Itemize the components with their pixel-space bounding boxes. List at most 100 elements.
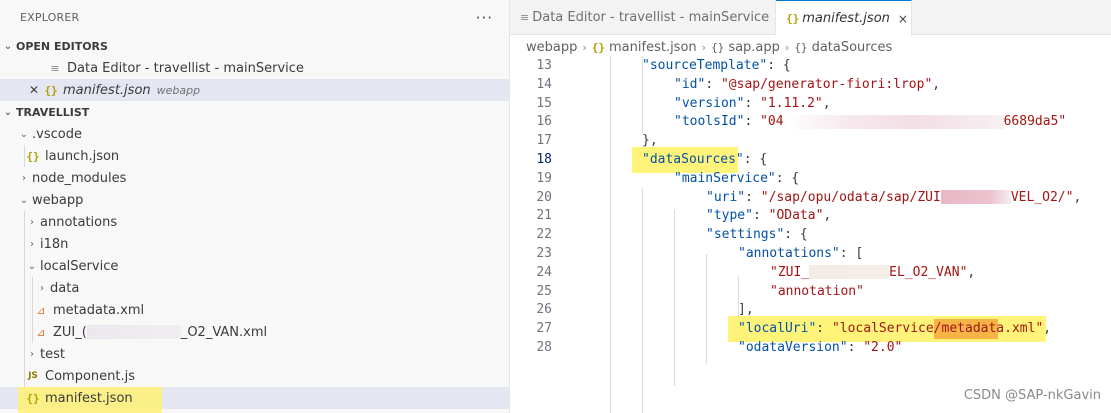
json-key: "uri" <box>706 189 746 205</box>
code-line: 28 "odataVersion": "2.0" <box>510 338 1111 357</box>
json-value: "2.0" <box>863 340 903 355</box>
line-number: 21 <box>536 208 552 224</box>
chevron-down-icon: ⌄ <box>19 128 29 140</box>
tree-folder-webapp[interactable]: ⌄ webapp <box>0 189 509 211</box>
tree-item-label: ZUI_( <box>53 324 87 340</box>
json-value: "@sap/generator-fiori:lrop" <box>720 76 933 92</box>
chevron-down-icon: ⌄ <box>3 106 13 118</box>
code-line: 15 "version": "1.11.2", <box>510 94 1111 113</box>
tree-file-metadata-xml[interactable]: ⊿ metadata.xml <box>0 299 509 321</box>
tree-folder-localservice[interactable]: ⌄ localService <box>0 255 509 277</box>
close-icon[interactable]: × <box>898 12 908 26</box>
code-line: 19 "mainService": { <box>510 169 1111 188</box>
js-icon: JS <box>28 371 38 381</box>
tab-label: manifest.json <box>802 11 890 26</box>
line-number: 13 <box>536 58 552 73</box>
redacted-blur <box>809 265 890 280</box>
breadcrumb-item[interactable]: dataSources <box>812 40 893 55</box>
tree-folder-annotations[interactable]: › annotations <box>0 211 509 233</box>
json-key: "settings" <box>706 227 785 243</box>
breadcrumb: webapp › {} manifest.json › {} sap.app ›… <box>510 36 1111 58</box>
line-number: 18 <box>536 152 552 167</box>
tree-folder-vscode[interactable]: ⌄ .vscode <box>0 123 509 145</box>
code-line: 13 "sourceTemplate": { <box>510 56 1111 75</box>
json-punct: : { <box>743 152 768 167</box>
open-editor-data-editor[interactable]: ≡ Data Editor - travellist - mainService <box>0 57 509 79</box>
tree-file-component-js[interactable]: JS Component.js <box>0 365 509 387</box>
open-editor-manifest[interactable]: ✕ {} manifest.json webapp <box>0 79 509 101</box>
json-key: "id" <box>674 76 706 92</box>
breadcrumb-item[interactable]: sap.app <box>728 40 780 55</box>
tree-folder-data[interactable]: › data <box>0 277 509 299</box>
json-key: "dataSources" <box>642 152 744 167</box>
line-number: 15 <box>536 95 552 111</box>
line-number: 19 <box>536 170 552 186</box>
line-number: 17 <box>536 133 552 149</box>
json-punct: : { <box>784 227 808 243</box>
chevron-right-icon: › <box>30 216 34 228</box>
code-line: 26], <box>510 300 1111 319</box>
breadcrumb-item[interactable]: manifest.json <box>609 40 697 55</box>
line-number: 28 <box>536 340 552 355</box>
json-punct: ], <box>738 302 754 318</box>
tree-item-label: manifest.json <box>45 390 133 406</box>
tree-item-label: Component.js <box>45 368 135 384</box>
chevron-right-icon: › <box>30 348 34 360</box>
explorer-sidebar: EXPLORER ··· ⌄ OPEN EDITORS ≡ Data Edito… <box>0 0 510 413</box>
tab-manifest-json[interactable]: {} manifest.json × <box>776 0 912 36</box>
json-value: "1.11.2" <box>760 95 823 111</box>
json-icon: {} <box>591 40 606 54</box>
tree-item-label: localService <box>40 258 119 274</box>
object-icon: {} <box>794 40 808 54</box>
json-punct: : { <box>775 170 800 186</box>
json-value: "localService/ <box>831 321 942 337</box>
chevron-right-icon: › <box>30 238 34 250</box>
json-punct: : { <box>767 58 791 73</box>
redacted-blur <box>940 190 1011 205</box>
watermark: CSDN @SAP-nkGavin <box>963 388 1101 403</box>
tree-item-label: test <box>40 346 65 362</box>
code-line: 16 "toolsId": "04 6689da5" <box>510 112 1111 131</box>
tree-item-label: node_modules <box>32 170 127 186</box>
json-icon: {} <box>44 83 58 97</box>
preview-icon: ≡ <box>50 61 60 75</box>
close-icon[interactable]: ✕ <box>26 83 42 97</box>
json-value: "ZUI_ <box>770 264 810 280</box>
code-line: 24 "ZUI_ EL_O2_VAN", <box>510 263 1111 282</box>
json-icon: {} <box>26 391 40 405</box>
tree-item-label: launch.json <box>45 148 120 164</box>
more-actions-icon[interactable]: ··· <box>476 9 493 27</box>
travellist-section[interactable]: ⌄ TRAVELLIST <box>0 101 509 123</box>
section-label: TRAVELLIST <box>16 105 90 119</box>
tab-data-editor[interactable]: ≡ Data Editor - travellist - mainService <box>510 0 776 35</box>
open-editors-section[interactable]: ⌄ OPEN EDITORS <box>0 35 509 57</box>
tree-file-launch-json[interactable]: {} launch.json <box>0 145 509 167</box>
tree-folder-node-modules[interactable]: › node_modules <box>0 167 509 189</box>
open-editor-label: manifest.json <box>63 82 151 98</box>
json-icon: {} <box>26 149 40 163</box>
json-key: "localUri" <box>738 321 817 337</box>
line-number: 20 <box>536 189 552 205</box>
tree-file-manifest-json[interactable]: {} manifest.json <box>0 387 509 413</box>
tree-file-zui-van-xml[interactable]: ⊿ ZUI_(_O2_VAN.xml <box>0 321 509 343</box>
code-line: 14 "id": "@sap/generator-fiori:lrop", <box>510 75 1111 94</box>
json-value: "annotation" <box>770 283 864 299</box>
tree-folder-test[interactable]: › test <box>0 343 509 365</box>
breadcrumb-item[interactable]: webapp <box>526 40 577 55</box>
explorer-header: EXPLORER ··· <box>0 0 509 35</box>
line-number: 14 <box>536 76 552 92</box>
code-editor[interactable]: 13 "sourceTemplate": { 14 "id": "@sap/gene… <box>510 56 1111 413</box>
chevron-right-icon: › <box>784 40 790 54</box>
tab-label: Data Editor - travellist - mainService <box>532 10 770 25</box>
code-line: 25 "annotation" <box>510 282 1111 301</box>
tree-folder-i18n[interactable]: › i18n <box>0 233 509 255</box>
chevron-down-icon: ⌄ <box>3 40 13 52</box>
code-line: 20 "uri": "/sap/opu/odata/sap/ZUI VEL_O2/"… <box>510 188 1111 207</box>
line-number: 23 <box>536 246 552 261</box>
line-number: 24 <box>536 264 552 280</box>
tree-item-label: annotations <box>40 214 118 230</box>
json-value: EL_O2_VAN" <box>889 264 968 280</box>
json-value: "/sap/opu/odata/sap/ZUI <box>760 189 941 205</box>
json-key: "toolsId" <box>674 114 745 130</box>
code-line: 27 "localUri": "localService/metadata.xml… <box>510 319 1111 338</box>
